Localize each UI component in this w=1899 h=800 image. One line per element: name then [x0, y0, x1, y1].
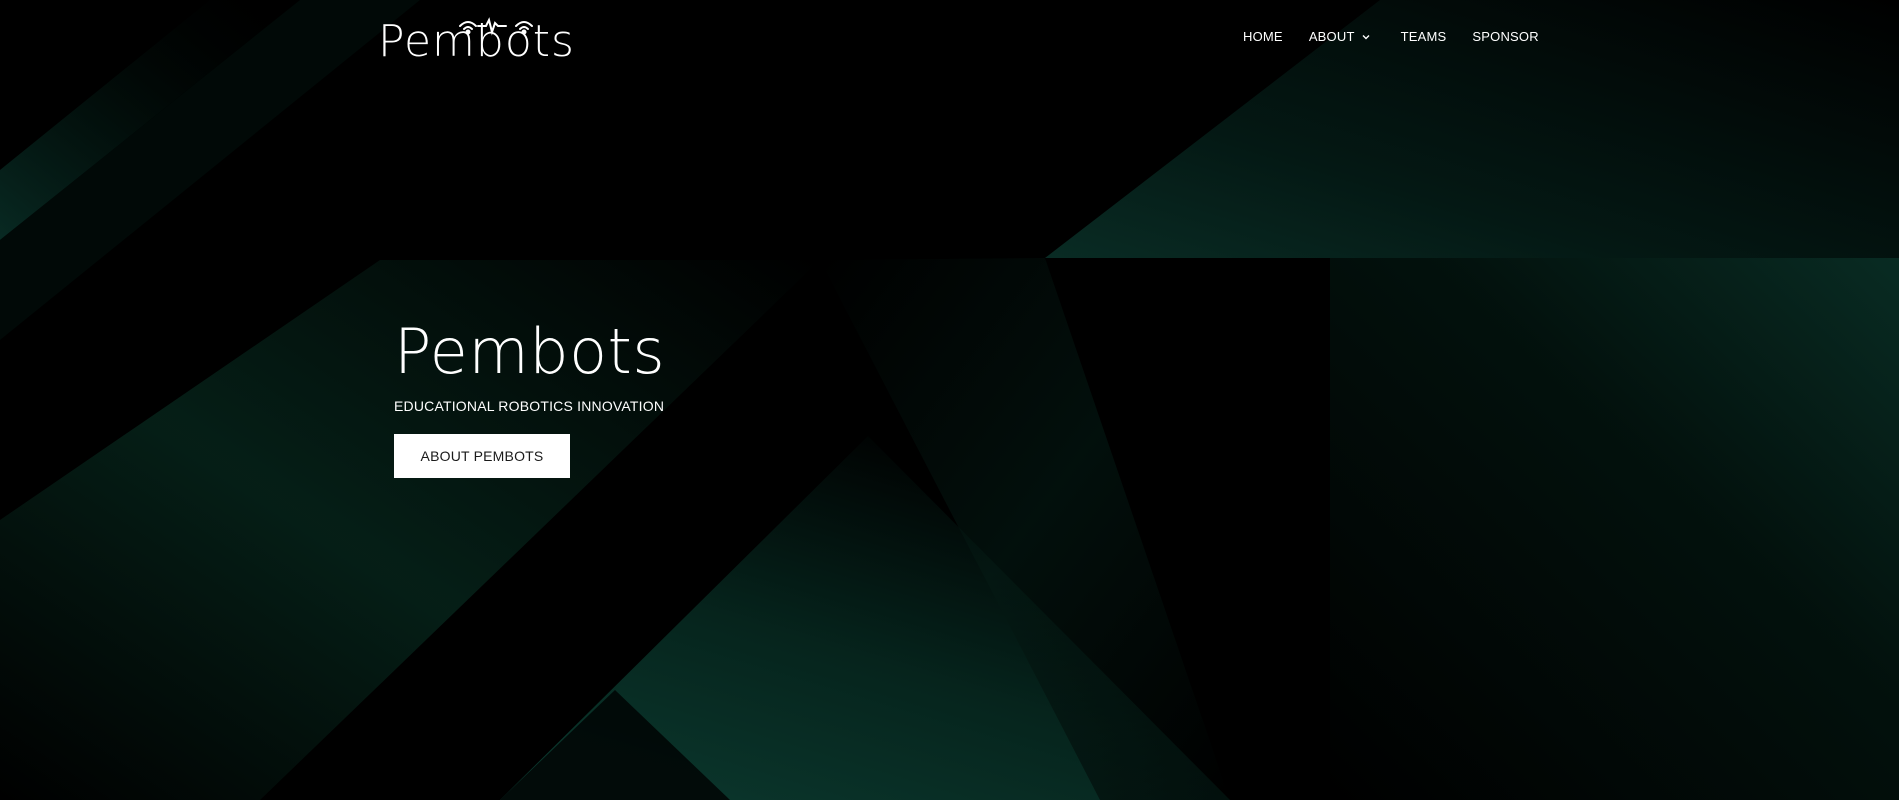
nav-item-label: SPONSOR: [1472, 29, 1539, 44]
page: Pembots HOME ABOUT TEAMS SPONSOR Pembots…: [0, 0, 1899, 800]
chevron-down-icon: [1362, 35, 1370, 40]
background-geometric-pattern: [0, 0, 1899, 800]
pembots-logo[interactable]: Pembots: [378, 12, 610, 62]
nav-item-home[interactable]: HOME: [1243, 28, 1283, 46]
nav-item-label: ABOUT: [1308, 29, 1355, 44]
nav-item-teams[interactable]: TEAMS: [1401, 28, 1447, 46]
nav-item-sponsor[interactable]: SPONSOR: [1472, 28, 1538, 46]
hero-title: Pembots: [394, 315, 666, 388]
hero-subtitle: EDUCATIONAL ROBOTICS INNOVATION: [394, 398, 665, 414]
nav-item-label: TEAMS: [1400, 29, 1447, 44]
nav-item-about[interactable]: ABOUT: [1309, 28, 1371, 46]
nav-item-label: HOME: [1243, 29, 1283, 44]
logo-wordmark: Pembots: [378, 16, 575, 62]
site-header: Pembots HOME ABOUT TEAMS SPONSOR: [0, 0, 1899, 80]
hero-section: Pembots EDUCATIONAL ROBOTICS INNOVATION …: [394, 316, 665, 478]
main-nav: HOME ABOUT TEAMS SPONSOR: [1243, 28, 1539, 46]
about-pembots-button[interactable]: ABOUT PEMBOTS: [394, 434, 570, 478]
